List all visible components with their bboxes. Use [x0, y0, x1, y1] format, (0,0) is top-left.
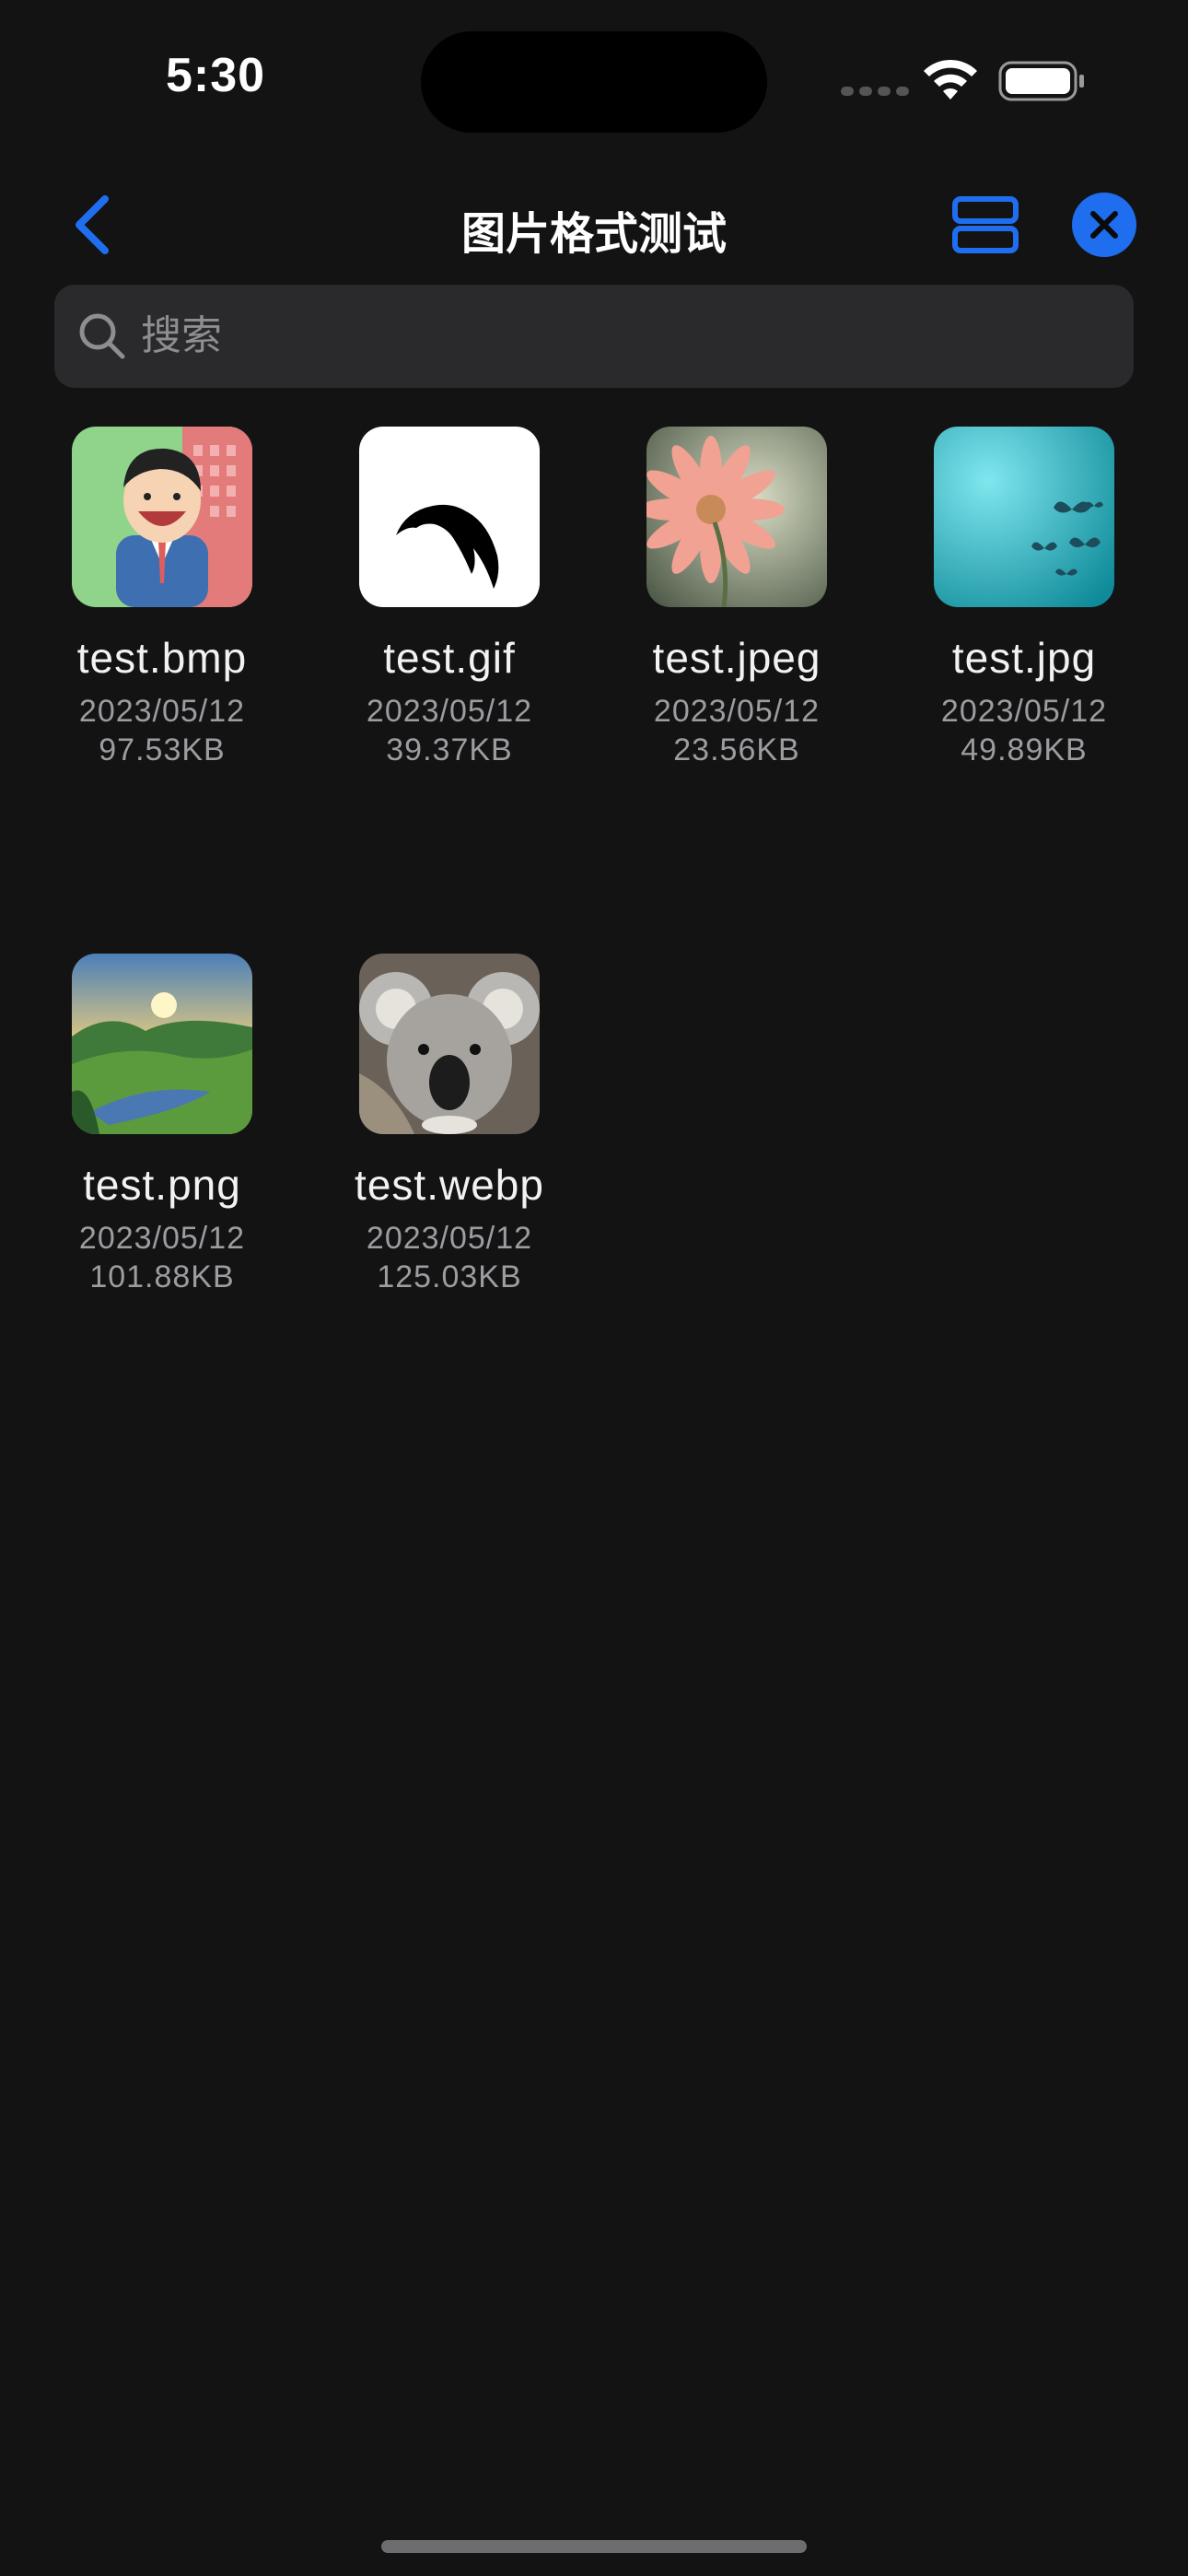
- file-name: test.jpeg: [652, 634, 821, 682]
- koala-thumbnail: [359, 954, 540, 1134]
- search-icon: [79, 313, 125, 359]
- butterflies-teal-thumbnail: [934, 427, 1114, 607]
- dynamic-island: [421, 31, 767, 133]
- file-item[interactable]: test.jpg 2023/05/12 49.89KB: [880, 427, 1168, 769]
- black-bird-thumbnail: [359, 427, 540, 607]
- file-name: test.webp: [355, 1161, 544, 1209]
- file-date: 2023/05/12: [653, 694, 821, 729]
- landscape-thumbnail: [72, 954, 252, 1134]
- file-size: 23.56KB: [673, 732, 800, 767]
- file-size: 49.89KB: [961, 732, 1088, 767]
- status-time: 5:30: [166, 49, 266, 102]
- file-date: 2023/05/12: [940, 694, 1108, 729]
- file-size: 101.88KB: [89, 1259, 235, 1294]
- pink-flower-thumbnail: [646, 427, 827, 607]
- search-bar[interactable]: [54, 285, 1134, 388]
- file-item[interactable]: test.gif 2023/05/12 39.37KB: [306, 427, 593, 769]
- file-name: test.jpg: [951, 634, 1097, 682]
- file-size: 125.03KB: [377, 1259, 522, 1294]
- file-date: 2023/05/12: [366, 1221, 533, 1256]
- file-name: test.png: [83, 1161, 241, 1209]
- screen: 5:30 图片格式测试 搜索 test.bmp 2023/05/12 97.53…: [0, 0, 1188, 2576]
- file-item[interactable]: test.jpeg 2023/05/12 23.56KB: [593, 427, 880, 769]
- file-date: 2023/05/12: [78, 694, 246, 729]
- file-item[interactable]: test.webp 2023/05/12 125.03KB: [306, 954, 593, 1296]
- file-name: test.bmp: [76, 634, 248, 682]
- file-date: 2023/05/12: [366, 694, 533, 729]
- file-item[interactable]: test.png 2023/05/12 101.88KB: [18, 954, 306, 1296]
- home-indicator[interactable]: [381, 2540, 807, 2553]
- search-input[interactable]: [141, 313, 1134, 359]
- battery-icon: [998, 61, 1084, 101]
- cartoon-man-thumbnail: [72, 427, 252, 607]
- file-item[interactable]: test.bmp 2023/05/12 97.53KB: [18, 427, 306, 769]
- file-date: 2023/05/12: [78, 1221, 246, 1256]
- wifi-icon: [924, 59, 977, 100]
- list-view-icon: [952, 196, 1019, 253]
- close-icon: [1090, 211, 1118, 239]
- signal-icon: [841, 87, 909, 96]
- file-size: 39.37KB: [386, 732, 513, 767]
- close-button[interactable]: [1072, 193, 1136, 257]
- file-size: 97.53KB: [99, 732, 226, 767]
- file-name: test.gif: [383, 634, 516, 682]
- view-toggle-button[interactable]: [951, 195, 1019, 254]
